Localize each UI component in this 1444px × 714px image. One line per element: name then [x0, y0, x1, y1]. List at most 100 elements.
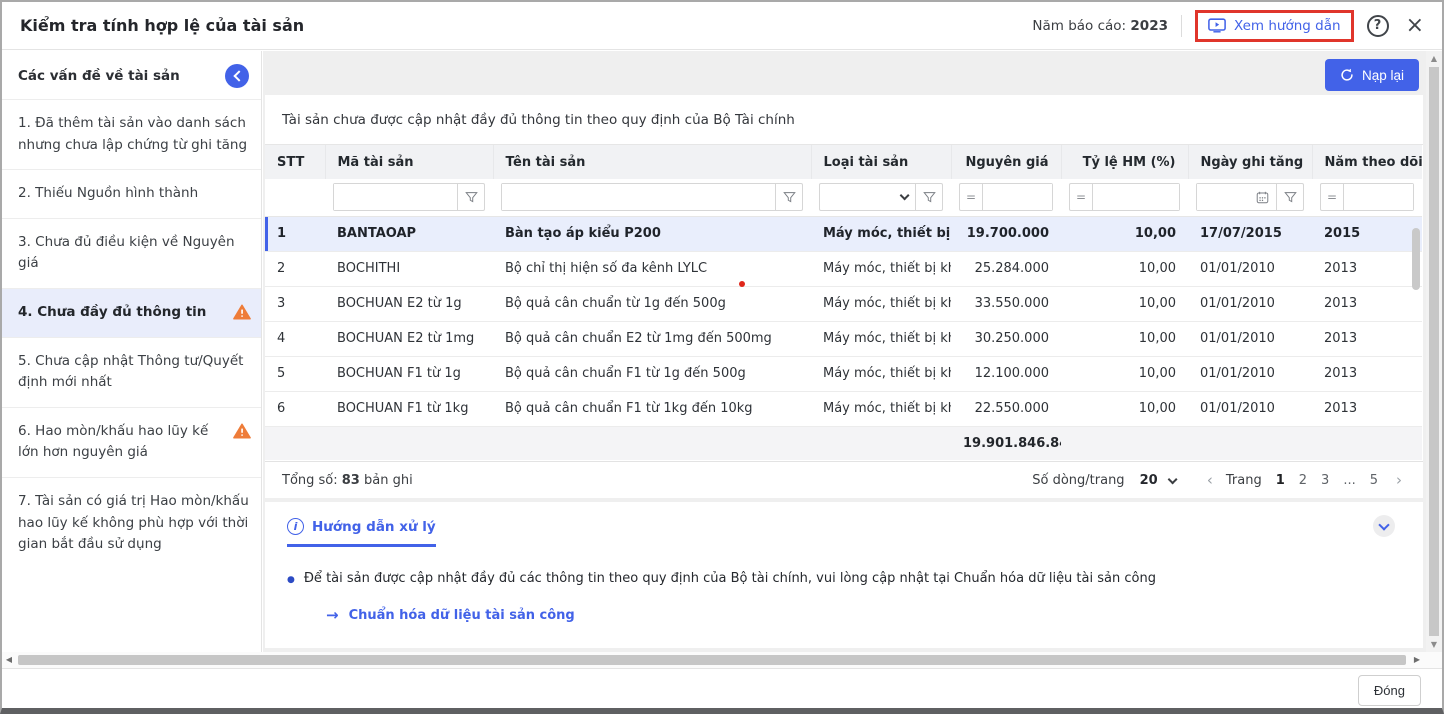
guide-collapse-button[interactable] — [1373, 515, 1395, 537]
table-row[interactable]: 5BOCHUAN F1 từ 1gBộ quả cân chuẩn F1 từ … — [265, 356, 1422, 391]
scroll-up-icon[interactable]: ▲ — [1426, 54, 1442, 63]
reload-button[interactable]: Nạp lại — [1325, 59, 1419, 91]
sidebar-item[interactable]: 3. Chưa đủ điều kiện về Nguyên giá — [2, 218, 261, 288]
calendar-icon[interactable] — [1249, 184, 1276, 210]
summary-row: 19.901.846.849 — [265, 426, 1422, 460]
total-count: 83 — [342, 473, 360, 488]
page-size-dropdown[interactable] — [1169, 473, 1176, 488]
chevron-down-icon — [1167, 475, 1177, 485]
cell-code: BOCHUAN F1 từ 1kg — [325, 391, 493, 426]
sidebar-item[interactable]: 4. Chưa đầy đủ thông tin — [2, 288, 261, 337]
sidebar-item[interactable]: 2. Thiếu Nguồn hình thành — [2, 169, 261, 218]
vertical-scrollbar[interactable]: ▲ ▼ — [1426, 51, 1442, 652]
equals-operator[interactable]: = — [1070, 184, 1093, 210]
cell-year: 2013 — [1312, 321, 1422, 356]
cell-code: BOCHUAN E2 từ 1mg — [325, 321, 493, 356]
table-scrollbar-thumb[interactable] — [1412, 228, 1420, 290]
filter-funnel-icon[interactable] — [1276, 184, 1303, 210]
cell-cost: 19.700.000 — [951, 216, 1061, 251]
table-row[interactable]: 1BANTAOAPBàn tạo áp kiểu P200Máy móc, th… — [265, 216, 1422, 251]
cell-date: 01/01/2010 — [1188, 321, 1312, 356]
table-row[interactable]: 4BOCHUAN E2 từ 1mgBộ quả cân chuẩn E2 từ… — [265, 321, 1422, 356]
sidebar-item[interactable]: 6. Hao mòn/khấu hao lũy kế lớn hơn nguyê… — [2, 407, 261, 477]
table-row[interactable]: 6BOCHUAN F1 từ 1kgBộ quả cân chuẩn F1 từ… — [265, 391, 1422, 426]
report-year-label: Năm báo cáo: — [1032, 18, 1126, 34]
view-guide-button[interactable]: Xem hướng dẫn — [1195, 10, 1354, 42]
scroll-right-icon[interactable]: ▶ — [1410, 652, 1424, 668]
page-title: Kiểm tra tính hợp lệ của tài sản — [20, 16, 304, 35]
page-number[interactable]: 2 — [1294, 473, 1312, 488]
page-number[interactable]: 5 — [1365, 473, 1383, 488]
scroll-down-icon[interactable]: ▼ — [1426, 640, 1442, 649]
cell-date: 01/01/2010 — [1188, 356, 1312, 391]
cell-name: Bộ quả cân chuẩn F1 từ 1g đến 500g — [493, 356, 811, 391]
sidebar-collapse-button[interactable] — [225, 64, 249, 88]
sidebar-item[interactable]: 5. Chưa cập nhật Thông tư/Quyết định mới… — [2, 337, 261, 407]
equals-operator[interactable]: = — [960, 184, 983, 210]
cell-name: Bộ chỉ thị hiện số đa kênh LYLC — [493, 251, 811, 286]
page-number[interactable]: 1 — [1271, 473, 1290, 488]
record-count: Tổng số: 83 bản ghi — [282, 473, 413, 488]
refresh-icon — [1340, 68, 1354, 82]
cell-name: Bộ quả cân chuẩn F1 từ 1kg đến 10kg — [493, 391, 811, 426]
filter-name-input[interactable] — [502, 184, 775, 210]
table-row[interactable]: 3BOCHUAN E2 từ 1gBộ quả cân chuẩn từ 1g … — [265, 286, 1422, 321]
help-icon[interactable]: ? — [1367, 15, 1389, 37]
pagination-bar: Tổng số: 83 bản ghi Số dòng/trang 20 ‹ T… — [265, 461, 1423, 498]
issues-sidebar: Các vấn đề về tài sản 1. Đã thêm tài sản… — [2, 51, 262, 652]
cell-year: 2013 — [1312, 356, 1422, 391]
cell-stt: 3 — [265, 286, 325, 321]
cell-cost: 25.284.000 — [951, 251, 1061, 286]
guide-tab[interactable]: i Hướng dẫn xử lý — [287, 518, 436, 547]
standardize-data-link[interactable]: → Chuẩn hóa dữ liệu tài sản công — [326, 606, 575, 624]
col-type: Loại tài sản — [811, 145, 951, 179]
cell-cost: 30.250.000 — [951, 321, 1061, 356]
next-page-button[interactable]: › — [1392, 471, 1406, 489]
page-size-value[interactable]: 20 — [1140, 473, 1158, 488]
sidebar-item-label: 3. Chưa đủ điều kiện về Nguyên giá — [18, 232, 251, 275]
warning-icon — [233, 423, 251, 439]
filter-funnel-icon[interactable] — [915, 184, 942, 210]
cell-type: Máy móc, thiết bị kh... — [811, 321, 951, 356]
vertical-scrollbar-thumb[interactable] — [1429, 67, 1439, 636]
filter-cost-input[interactable] — [983, 184, 1052, 210]
table-row[interactable]: 2BOCHITHIBộ chỉ thị hiện số đa kênh LYLC… — [265, 251, 1422, 286]
horizontal-scrollbar-thumb[interactable] — [18, 655, 1406, 665]
view-guide-label: Xem hướng dẫn — [1234, 18, 1341, 34]
arrow-right-icon: → — [326, 606, 339, 624]
chevron-down-icon — [1378, 519, 1389, 530]
table-header-row: STT Mã tài sản Tên tài sản Loại tài sản … — [265, 145, 1422, 179]
col-name: Tên tài sản — [493, 145, 811, 179]
close-dialog-button[interactable]: Đóng — [1358, 675, 1421, 706]
warning-icon — [233, 304, 251, 320]
sidebar-item-label: 2. Thiếu Nguồn hình thành — [18, 183, 251, 205]
filter-date-input[interactable] — [1197, 184, 1249, 210]
cell-rate: 10,00 — [1061, 391, 1188, 426]
filter-year-input[interactable] — [1344, 184, 1413, 210]
equals-operator[interactable]: = — [1321, 184, 1344, 210]
cell-year: 2015 — [1312, 216, 1422, 251]
filter-rate-input[interactable] — [1093, 184, 1179, 210]
standardize-data-label: Chuẩn hóa dữ liệu tài sản công — [349, 608, 575, 623]
video-screen-icon — [1208, 18, 1226, 33]
cell-year: 2013 — [1312, 286, 1422, 321]
page-label: Trang — [1226, 473, 1262, 488]
horizontal-scrollbar[interactable]: ◀ ▶ — [2, 652, 1442, 668]
sidebar-item[interactable]: 1. Đã thêm tài sản vào danh sách nhưng c… — [2, 99, 261, 169]
page-number[interactable]: 3 — [1316, 473, 1334, 488]
page-size-label: Số dòng/trang — [1032, 473, 1124, 488]
cell-rate: 10,00 — [1061, 321, 1188, 356]
filter-funnel-icon[interactable] — [457, 184, 484, 210]
filter-code-input[interactable] — [334, 184, 457, 210]
cell-type: Máy móc, thiết bị kh... — [811, 356, 951, 391]
prev-page-button[interactable]: ‹ — [1203, 471, 1217, 489]
sidebar-item[interactable]: 7. Tài sản có giá trị Hao mòn/khấu hao l… — [2, 477, 261, 569]
scroll-left-icon[interactable]: ◀ — [2, 652, 16, 668]
close-icon[interactable]: × — [1402, 15, 1428, 37]
chevron-left-icon — [233, 70, 244, 81]
filter-funnel-icon[interactable] — [775, 184, 802, 210]
filter-type-select[interactable] — [820, 184, 915, 210]
dropdown-arrow-icon — [899, 191, 909, 201]
cell-year: 2013 — [1312, 391, 1422, 426]
sidebar-item-label: 5. Chưa cập nhật Thông tư/Quyết định mới… — [18, 351, 251, 394]
